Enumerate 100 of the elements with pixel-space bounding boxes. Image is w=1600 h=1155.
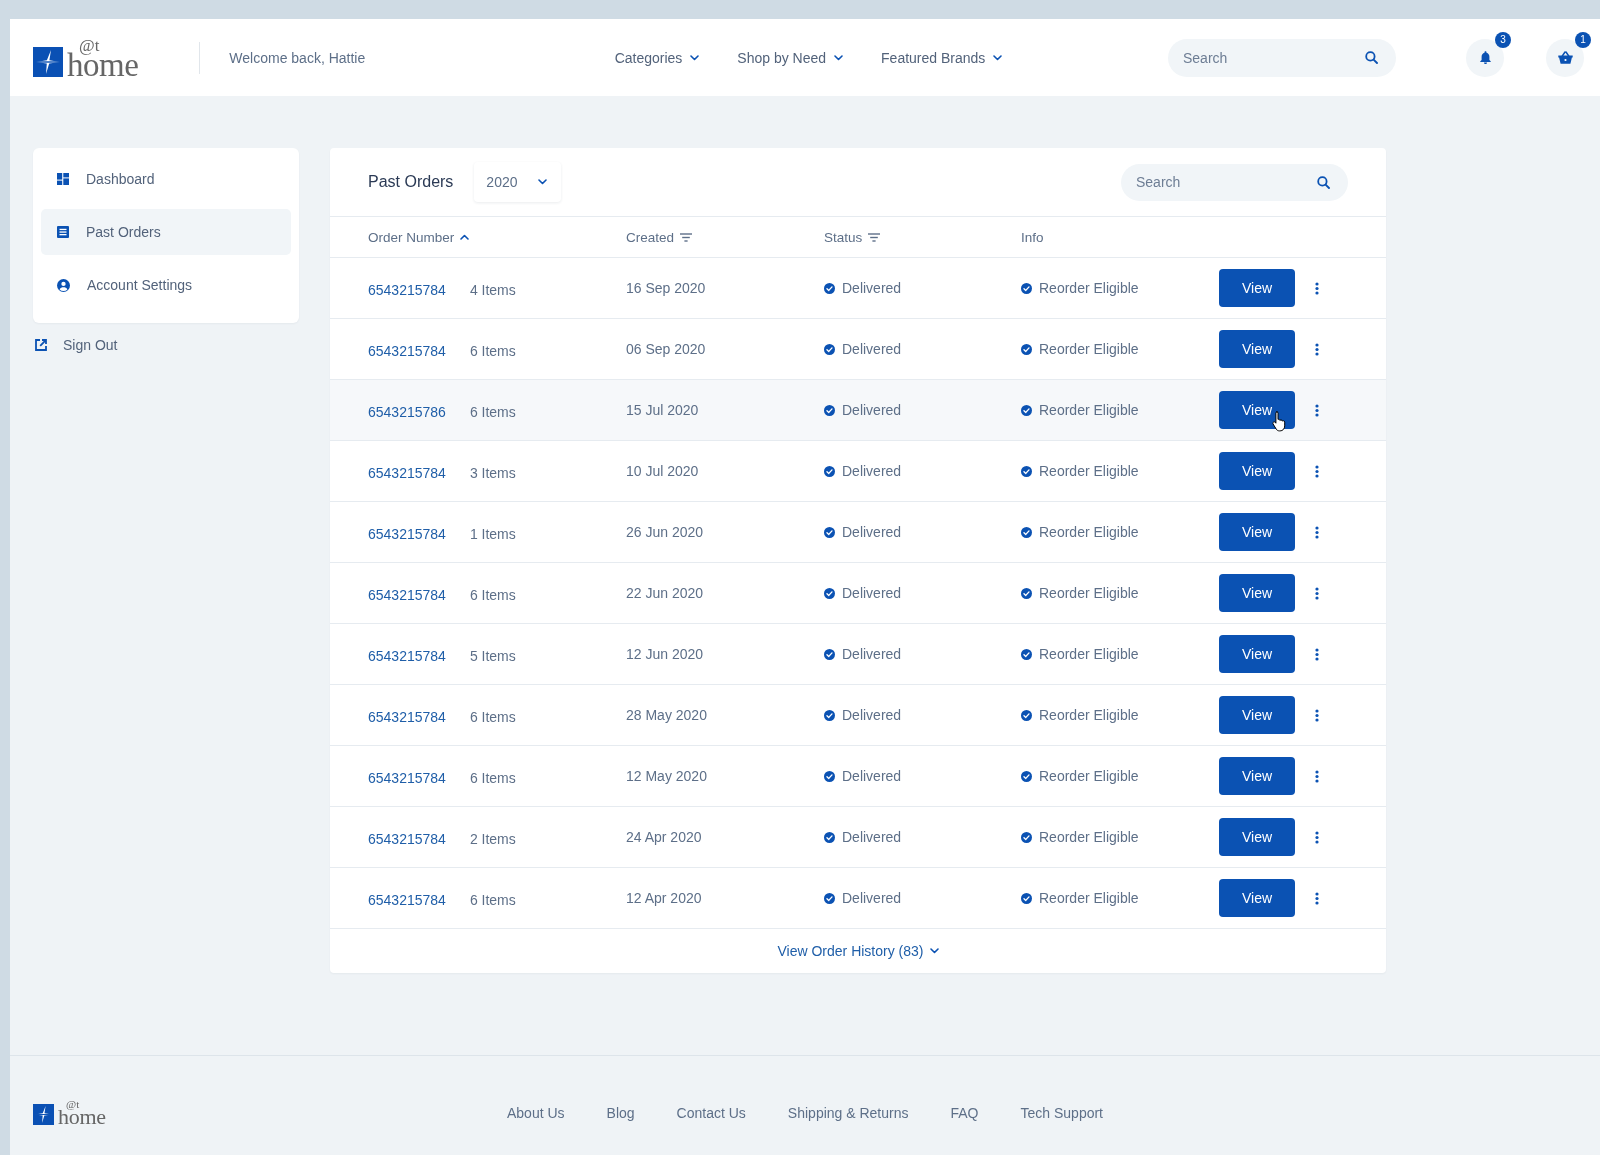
order-number-link[interactable]: 6543215784 [368,644,446,664]
box-arrow-icon [35,339,47,351]
search-field[interactable]: Search [1121,163,1348,201]
status-text: Delivered [842,463,902,479]
order-date: 15 Jul 2020 [626,402,699,418]
column-header[interactable]: Order Number [368,229,470,245]
footer-link[interactable]: Blog [606,1104,635,1121]
order-date: 24 Apr 2020 [626,829,702,845]
kebab-menu-icon[interactable] [1315,342,1319,356]
nav-dropdown[interactable]: Shop by Need [737,45,844,70]
sidebar-item[interactable]: Dashboard [41,156,291,202]
basket-icon [1557,51,1573,64]
check-circle-icon [824,892,835,904]
info-text: Reorder Eligible [1039,890,1139,906]
search-icon[interactable] [1317,175,1330,189]
kebab-menu-icon[interactable] [1315,830,1319,844]
filter-icon [868,232,881,242]
info-text: Reorder Eligible [1039,280,1139,296]
list-icon [57,226,69,238]
view-button[interactable]: View [1219,330,1295,368]
view-button[interactable]: View [1219,818,1295,856]
view-button[interactable]: View [1219,513,1295,551]
check-circle-icon [824,587,835,599]
order-date: 16 Sep 2020 [626,280,706,296]
order-number-link[interactable]: 6543215784 [368,705,446,725]
footer-link[interactable]: Contact Us [676,1104,746,1121]
order-number-link[interactable]: 6543215784 [368,522,446,542]
sort-up-icon [460,234,470,240]
chevron-down-icon [993,54,1003,61]
footer-link[interactable]: Tech Support [1020,1104,1103,1121]
check-circle-icon [824,709,835,721]
view-button[interactable]: View [1219,269,1295,307]
item-count: 6 Items [469,707,516,725]
order-date: 26 Jun 2020 [626,524,704,540]
info-text: Reorder Eligible [1039,646,1139,662]
column-header[interactable]: Status [824,229,881,245]
item-count: 6 Items [469,402,516,420]
kebab-menu-icon[interactable] [1315,403,1319,417]
view-button[interactable]: View [1219,879,1295,917]
user-circle-icon [57,278,70,292]
sidebar-item[interactable]: Past Orders [41,209,291,255]
info-text: Reorder Eligible [1039,707,1139,723]
chevron-down-icon [690,54,700,61]
chevron-down-icon [834,54,844,61]
view-button[interactable]: View [1219,452,1295,490]
kebab-menu-icon[interactable] [1315,464,1319,478]
sidebar-item[interactable]: Account Settings [41,262,291,308]
logo-at-text: @t [79,38,100,53]
panel-title: Past Orders [368,173,454,191]
info-text: Reorder Eligible [1039,768,1139,784]
item-count: 6 Items [469,341,516,359]
chevron-down-icon [929,948,939,954]
item-count: 4 Items [469,280,516,298]
order-number-link[interactable]: 6543215784 [368,278,446,298]
order-number-link[interactable]: 6543215784 [368,461,446,481]
check-circle-icon [1021,282,1032,294]
order-number-link[interactable]: 6543215784 [368,827,446,847]
order-number-link[interactable]: 6543215784 [368,766,446,786]
order-number-link[interactable]: 6543215784 [368,888,446,908]
item-count: 6 Items [469,768,516,786]
check-circle-icon [824,404,835,416]
check-circle-icon [1021,770,1032,782]
kebab-menu-icon[interactable] [1315,891,1319,905]
kebab-menu-icon[interactable] [1315,708,1319,722]
nav-dropdown[interactable]: Categories [614,45,700,70]
order-number-link[interactable]: 6543215784 [368,339,446,359]
order-date: 12 May 2020 [626,768,707,784]
status-text: Delivered [842,280,902,296]
footer-link[interactable]: Shipping & Returns [787,1104,909,1121]
view-button[interactable]: View [1219,696,1295,734]
footer-link[interactable]: About Us [507,1104,565,1121]
view-button[interactable]: View [1219,391,1295,429]
order-number-link[interactable]: 6543215786 [368,400,446,420]
search-field[interactable]: Search [1168,38,1396,77]
sign-out-link[interactable]: Sign Out [33,335,118,355]
view-button[interactable]: View [1219,757,1295,795]
item-count: 2 Items [469,829,516,847]
search-icon[interactable] [1365,51,1378,64]
column-header[interactable]: Created [626,229,693,245]
info-text: Reorder Eligible [1039,524,1139,540]
check-circle-icon [824,465,835,477]
footer-link[interactable]: FAQ [950,1104,979,1121]
filter-icon [680,232,693,242]
view-button[interactable]: View [1219,574,1295,612]
kebab-menu-icon[interactable] [1315,525,1319,539]
order-number-link[interactable]: 6543215784 [368,583,446,603]
kebab-menu-icon[interactable] [1315,586,1319,600]
kebab-menu-icon[interactable] [1315,769,1319,783]
count-badge: 3 [1495,31,1511,48]
status-text: Delivered [842,890,902,906]
logo-mark-icon [33,1104,54,1125]
kebab-menu-icon[interactable] [1315,281,1319,295]
kebab-menu-icon[interactable] [1315,647,1319,661]
order-date: 22 Jun 2020 [626,585,704,601]
order-history-link[interactable]: View Order History (83) [777,943,939,959]
year-dropdown[interactable]: 2020 [474,162,561,202]
nav-dropdown[interactable]: Featured Brands [881,45,1003,70]
view-button[interactable]: View [1219,635,1295,673]
status-text: Delivered [842,585,902,601]
item-count: 1 Items [469,524,516,542]
